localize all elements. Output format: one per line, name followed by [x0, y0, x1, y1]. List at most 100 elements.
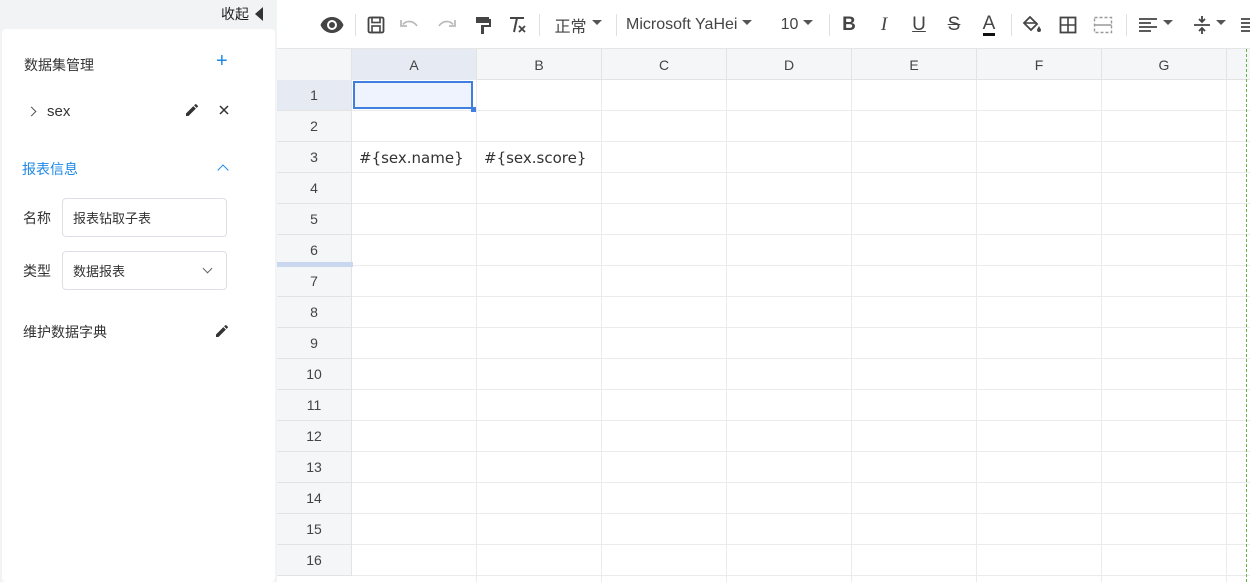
fill-handle[interactable]: [471, 107, 476, 112]
preview-eye-icon[interactable]: [319, 12, 345, 38]
row-header-4[interactable]: 4: [277, 173, 352, 204]
column-header-A[interactable]: A: [352, 49, 477, 80]
selected-cell[interactable]: [353, 81, 473, 109]
fill-color-icon[interactable]: [1020, 12, 1044, 38]
chevron-down-icon[interactable]: [202, 263, 213, 274]
cell-B3[interactable]: #{sex.score}: [484, 149, 586, 167]
report-info-title[interactable]: 报表信息: [22, 159, 78, 179]
column-header-D[interactable]: D: [727, 49, 852, 80]
collapse-bar[interactable]: 收起: [0, 0, 277, 28]
row-gridline: [352, 513, 1250, 514]
report-designer: 收起 数据集管理 + sex 报表信息 名称 报表钻取子表 类型 数据报表 维护…: [0, 0, 1250, 582]
column-gridline: [851, 80, 852, 582]
add-dataset-icon[interactable]: +: [216, 51, 228, 71]
align-select[interactable]: [1135, 12, 1175, 38]
spreadsheet-grid[interactable]: ABCDEFG 1 2 3 4 5 6 7 8 9 10 11 12 13 14 15 16 #{sex.na…: [277, 49, 1250, 582]
row-header-2[interactable]: 2: [277, 111, 352, 142]
bold-icon[interactable]: B: [842, 14, 856, 36]
chevron-up-icon[interactable]: [217, 164, 229, 176]
font-family-select[interactable]: Microsoft YaHei: [626, 12, 764, 38]
toolbar-separator: [616, 14, 617, 36]
type-select-value[interactable]: 数据报表: [73, 261, 125, 280]
align-left-icon[interactable]: [1138, 17, 1158, 33]
row-header-12[interactable]: 12: [277, 421, 352, 452]
bold-button[interactable]: B: [838, 12, 860, 38]
font-size-select[interactable]: 10: [776, 12, 818, 38]
more-icon[interactable]: [1238, 12, 1250, 38]
column-gridline: [601, 80, 602, 582]
column-gridline: [976, 80, 977, 582]
font-family-value[interactable]: Microsoft YaHei: [626, 16, 737, 34]
vertical-align-icon[interactable]: [1193, 15, 1211, 35]
close-icon[interactable]: [216, 102, 232, 118]
row-header-15[interactable]: 15: [277, 514, 352, 545]
caret-down-icon[interactable]: [803, 19, 814, 25]
column-header-G[interactable]: G: [1102, 49, 1227, 80]
strikethrough-button[interactable]: S: [943, 12, 965, 38]
row-header-11[interactable]: 11: [277, 390, 352, 421]
pencil-icon[interactable]: [214, 323, 230, 339]
row-header-14[interactable]: 14: [277, 483, 352, 514]
caret-down-icon[interactable]: [591, 19, 602, 25]
dataset-item[interactable]: sex: [22, 99, 258, 123]
italic-icon[interactable]: I: [881, 14, 887, 36]
underline-button[interactable]: U: [908, 12, 930, 38]
dataset-item-name[interactable]: sex: [47, 103, 70, 120]
name-input[interactable]: 报表钻取子表: [62, 198, 227, 237]
clear-format-icon[interactable]: [505, 12, 529, 38]
font-color-button[interactable]: A: [977, 12, 1001, 38]
row-header-10[interactable]: 10: [277, 359, 352, 390]
column-header-E[interactable]: E: [852, 49, 977, 80]
caret-down-icon[interactable]: [742, 19, 753, 25]
save-icon[interactable]: [364, 12, 388, 38]
row-gridline: [352, 358, 1250, 359]
row-header-16[interactable]: 16: [277, 545, 352, 576]
row-header-3[interactable]: 3: [277, 142, 352, 173]
format-painter-icon[interactable]: [471, 12, 495, 38]
caret-down-icon[interactable]: [1162, 19, 1173, 25]
undo-icon[interactable]: [398, 12, 422, 38]
row-header-9[interactable]: 9: [277, 328, 352, 359]
caret-left-icon[interactable]: [255, 7, 263, 21]
row-header-8[interactable]: 8: [277, 297, 352, 328]
border-icon[interactable]: [1056, 12, 1080, 38]
row-gridline: [352, 203, 1250, 204]
select-all-corner[interactable]: [277, 49, 352, 80]
row-header-5[interactable]: 5: [277, 204, 352, 235]
font-color-icon[interactable]: A: [982, 14, 996, 36]
vertical-align-select[interactable]: [1189, 12, 1229, 38]
paragraph-style-value[interactable]: 正常: [554, 13, 586, 37]
row-resize-handle[interactable]: [277, 262, 353, 267]
paragraph-style-select[interactable]: 正常: [549, 12, 607, 38]
type-label: 类型: [23, 263, 51, 279]
strikethrough-icon[interactable]: S: [948, 14, 961, 36]
italic-button[interactable]: I: [873, 12, 895, 38]
collapse-label[interactable]: 收起: [221, 4, 249, 24]
row-gridline: [352, 265, 1250, 266]
row-gridline: [352, 482, 1250, 483]
chevron-right-icon[interactable]: [26, 106, 37, 116]
underline-icon[interactable]: U: [912, 14, 926, 36]
row-gridline: [352, 110, 1250, 111]
caret-down-icon[interactable]: [1215, 19, 1226, 25]
type-select[interactable]: 数据报表: [62, 251, 227, 290]
pencil-icon[interactable]: [184, 102, 200, 118]
toolbar: 正常 Microsoft YaHei 10 B I U S A: [277, 0, 1250, 49]
column-header-B[interactable]: B: [477, 49, 602, 80]
column-header-C[interactable]: C: [602, 49, 727, 80]
row-header-13[interactable]: 13: [277, 452, 352, 483]
name-input-value[interactable]: 报表钻取子表: [73, 208, 151, 227]
toolbar-separator: [355, 14, 356, 36]
maintain-dictionary-label[interactable]: 维护数据字典: [23, 322, 107, 342]
row-header-1[interactable]: 1: [277, 80, 352, 111]
font-size-value[interactable]: 10: [781, 16, 799, 34]
column-header-F[interactable]: F: [977, 49, 1102, 80]
row-gridline: [352, 327, 1250, 328]
row-gridline: [352, 296, 1250, 297]
row-header-7[interactable]: 7: [277, 266, 352, 297]
redo-icon[interactable]: [434, 12, 458, 38]
merge-cells-icon[interactable]: [1091, 12, 1115, 38]
name-label: 名称: [23, 210, 51, 226]
column-gridline: [1101, 80, 1102, 582]
cell-A3[interactable]: #{sex.name}: [359, 149, 464, 167]
